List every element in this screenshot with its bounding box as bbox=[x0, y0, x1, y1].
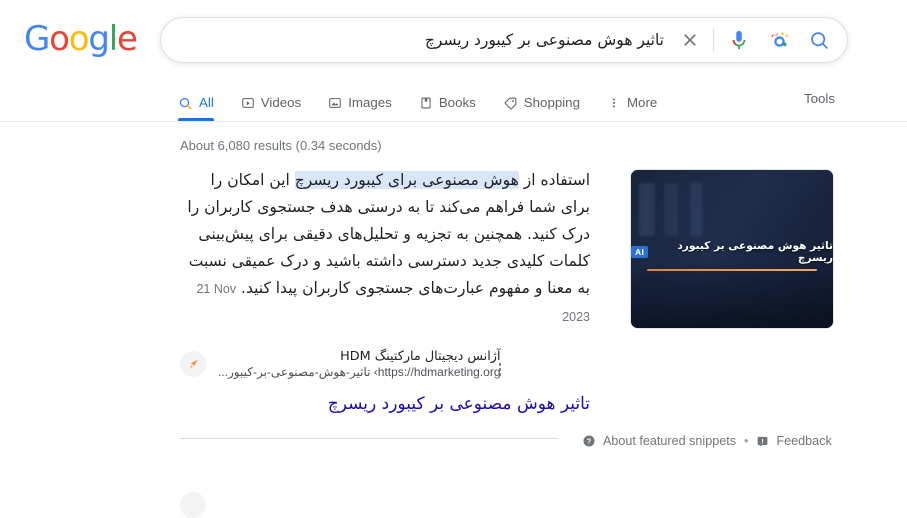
kebab-dot bbox=[498, 363, 502, 366]
result-options-button[interactable] bbox=[492, 363, 508, 376]
search-box-divider bbox=[713, 29, 714, 51]
ai-badge: AI bbox=[631, 245, 649, 258]
feedback-link[interactable]: Feedback bbox=[756, 434, 832, 448]
about-featured-snippets-link[interactable]: ? About featured snippets bbox=[582, 434, 736, 448]
thumbnail-accent-rule bbox=[647, 268, 817, 271]
result-stats: About 6,080 results (0.34 seconds) bbox=[180, 138, 382, 153]
tab-label: Images bbox=[348, 95, 392, 110]
tab-label: All bbox=[199, 95, 214, 110]
source-name: آژانس دیجیتال مارکتینگ HDM bbox=[340, 349, 501, 364]
source-texts: آژانس دیجیتال مارکتینگ HDM https://hdmar… bbox=[218, 349, 501, 379]
thumbnail-overlay: تاثیر هوش مصنوعی بر کیبورد ریسرچ AI bbox=[631, 240, 833, 271]
image-icon bbox=[329, 98, 341, 108]
voice-search-button[interactable] bbox=[719, 20, 759, 60]
tab-label: More bbox=[626, 95, 658, 110]
google-lens-button[interactable] bbox=[759, 20, 799, 60]
submit-search-button[interactable] bbox=[799, 20, 839, 60]
search-input[interactable] bbox=[179, 30, 670, 50]
snippet-footer: ? About featured snippets • Feedback bbox=[180, 434, 840, 466]
results-area: About 6,080 results (0.34 seconds) استفا… bbox=[0, 138, 907, 466]
featured-snippet-text: استفاده از هوش مصنوعی برای کیبورد ریسرچ … bbox=[180, 167, 590, 331]
tab-videos[interactable]: Videos bbox=[241, 84, 301, 122]
tab-more[interactable]: More bbox=[607, 84, 657, 122]
tab-images[interactable]: Images bbox=[328, 84, 392, 122]
question-circle-icon: ? bbox=[583, 435, 595, 447]
next-result-favicon-placeholder bbox=[180, 492, 206, 518]
more-vertical-icon bbox=[612, 98, 615, 108]
close-icon bbox=[684, 34, 696, 46]
svg-text:?: ? bbox=[587, 437, 592, 446]
source-url-breadcrumb: › تاثیر-هوش-مصنوعی-بر-کیبور... bbox=[218, 365, 378, 379]
feedback-label: Feedback bbox=[776, 434, 832, 448]
clear-search-button[interactable] bbox=[670, 20, 710, 60]
result-title-link[interactable]: تاثیر هوش مصنوعی بر کیبورد ریسرچ bbox=[180, 392, 590, 416]
about-featured-snippets-label: About featured snippets bbox=[603, 434, 737, 448]
search-box-actions bbox=[670, 20, 839, 60]
tab-shopping[interactable]: Shopping bbox=[503, 84, 580, 122]
search-header: Google تاثیر هوش مصنوعی بر کیبورد ریسرچ … bbox=[0, 0, 907, 122]
microphone-icon bbox=[732, 30, 746, 50]
tools-button[interactable]: Tools bbox=[804, 84, 835, 122]
tab-books[interactable]: Books bbox=[419, 84, 476, 122]
tab-label: Shopping bbox=[523, 95, 580, 110]
video-icon bbox=[242, 98, 254, 108]
google-logo[interactable]: Google bbox=[24, 22, 138, 56]
footer-separator: • bbox=[744, 434, 749, 448]
kebab-dot bbox=[498, 373, 502, 376]
tab-all[interactable]: All bbox=[178, 84, 214, 122]
snippet-footer-links: ? About featured snippets • Feedback bbox=[582, 434, 832, 448]
featured-snippet-thumbnail[interactable]: تاثیر هوش مصنوعی بر کیبورد ریسرچ AI bbox=[630, 169, 834, 329]
snippet-text-before: استفاده از bbox=[518, 171, 590, 189]
source-url-domain: https://hdmarketing.org bbox=[377, 365, 501, 379]
search-icon bbox=[810, 31, 828, 49]
book-icon bbox=[421, 97, 431, 109]
snippet-divider bbox=[180, 438, 558, 439]
source-url: https://hdmarketing.org› تاثیر-هوش-مصنوع… bbox=[218, 365, 501, 379]
tag-icon bbox=[504, 97, 517, 109]
search-box[interactable] bbox=[160, 17, 848, 63]
google-lens-icon bbox=[771, 32, 788, 47]
result-source[interactable]: آژانس دیجیتال مارکتینگ HDM https://hdmar… bbox=[180, 349, 510, 379]
tab-label: Books bbox=[438, 95, 476, 110]
featured-snippet: استفاده از هوش مصنوعی برای کیبورد ریسرچ … bbox=[180, 167, 840, 466]
thumbnail-title-row: تاثیر هوش مصنوعی بر کیبورد ریسرچ AI bbox=[631, 240, 833, 264]
tab-label: Videos bbox=[260, 95, 302, 110]
search-tabs: All Videos Images Books Shopping More To… bbox=[0, 84, 907, 122]
rocket-arrow-icon bbox=[189, 359, 198, 368]
magnifier-icon bbox=[179, 97, 192, 109]
kebab-dot bbox=[498, 368, 502, 371]
thumbnail-title: تاثیر هوش مصنوعی بر کیبورد ریسرچ bbox=[677, 239, 833, 264]
feedback-icon bbox=[758, 436, 768, 447]
snippet-text-after: این امکان را برای شما فراهم می‌کند تا به… bbox=[187, 171, 590, 297]
site-favicon bbox=[180, 351, 206, 377]
snippet-text-highlight: هوش مصنوعی برای کیبورد ریسرچ bbox=[294, 171, 519, 189]
